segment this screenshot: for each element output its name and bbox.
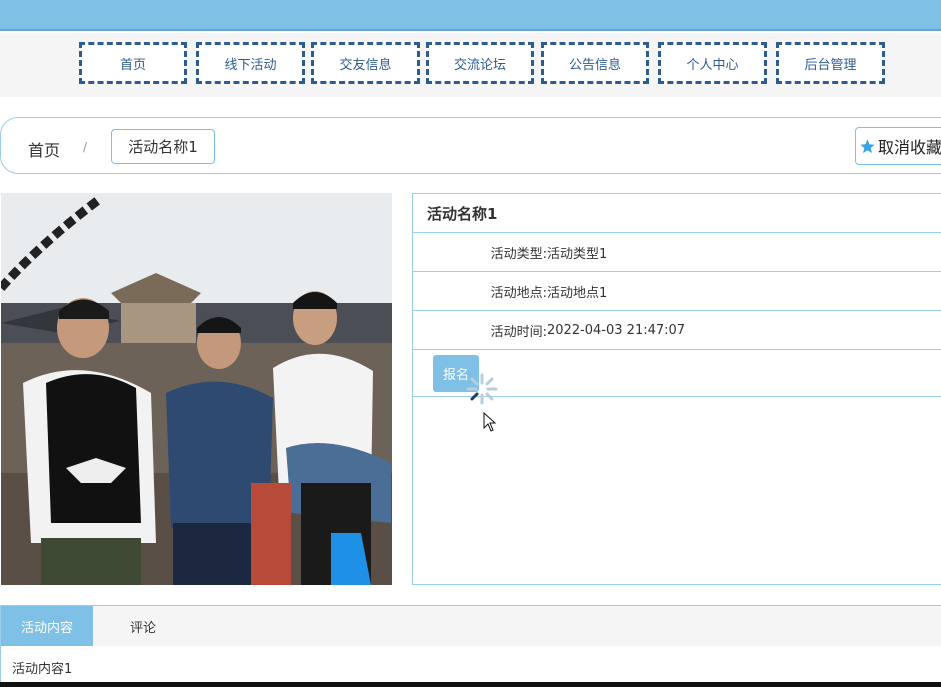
nav-forum[interactable]: 交流论坛 (426, 42, 534, 84)
detail-label: 活动地点: (490, 285, 547, 301)
detail-value: 2022-04-03 21:47:07 (547, 322, 686, 338)
top-banner (0, 0, 941, 31)
group-photo (1, 193, 392, 585)
detail-value: 活动类型1 (547, 246, 608, 262)
detail-row-location: 活动地点: 活动地点1 (413, 272, 941, 311)
breadcrumb-home-link[interactable]: 首页 (28, 137, 60, 161)
detail-value: 活动地点1 (547, 285, 608, 301)
nav-admin[interactable]: 后台管理 (776, 42, 885, 84)
unfavorite-button[interactable]: 取消收藏 (855, 127, 941, 165)
activity-title: 活动名称1 (413, 194, 941, 233)
detail-row-time: 活动时间: 2022-04-03 21:47:07 (413, 311, 941, 350)
nav-dating-info[interactable]: 交友信息 (311, 42, 420, 84)
signup-row: 报名 (413, 350, 941, 432)
activity-photo (1, 193, 392, 585)
nav-home[interactable]: 首页 (79, 42, 187, 84)
main-nav: 首页 线下活动 交友信息 交流论坛 公告信息 个人中心 后台管理 (0, 33, 941, 97)
detail-label: 活动时间: (490, 324, 547, 340)
activity-content-text: 活动内容1 (12, 662, 73, 677)
tab-activity-content[interactable]: 活动内容 (1, 606, 93, 646)
unfavorite-label: 取消收藏 (878, 138, 941, 157)
bottom-bar (0, 682, 941, 687)
tab-comments[interactable]: 评论 (93, 606, 193, 646)
detail-label: 活动类型: (490, 246, 547, 262)
nav-personal-center[interactable]: 个人中心 (658, 42, 767, 84)
activity-detail-panel: 活动名称1 活动类型: 活动类型1 活动地点: 活动地点1 活动时间: 2022… (412, 193, 941, 585)
breadcrumb-current: 活动名称1 (111, 129, 215, 164)
breadcrumb-separator: / (83, 140, 88, 154)
nav-announcements[interactable]: 公告信息 (541, 42, 649, 84)
detail-row-type: 活动类型: 活动类型1 (413, 233, 941, 272)
content-tabs: 活动内容 评论 (0, 605, 941, 646)
mouse-cursor-icon (483, 412, 497, 432)
activity-content: 活动内容1 (0, 646, 941, 682)
nav-offline-activities[interactable]: 线下活动 (196, 42, 305, 84)
breadcrumb: 首页 / 活动名称1 取消收藏 (0, 117, 941, 174)
loading-spinner-icon (466, 373, 498, 405)
star-icon (860, 138, 875, 153)
